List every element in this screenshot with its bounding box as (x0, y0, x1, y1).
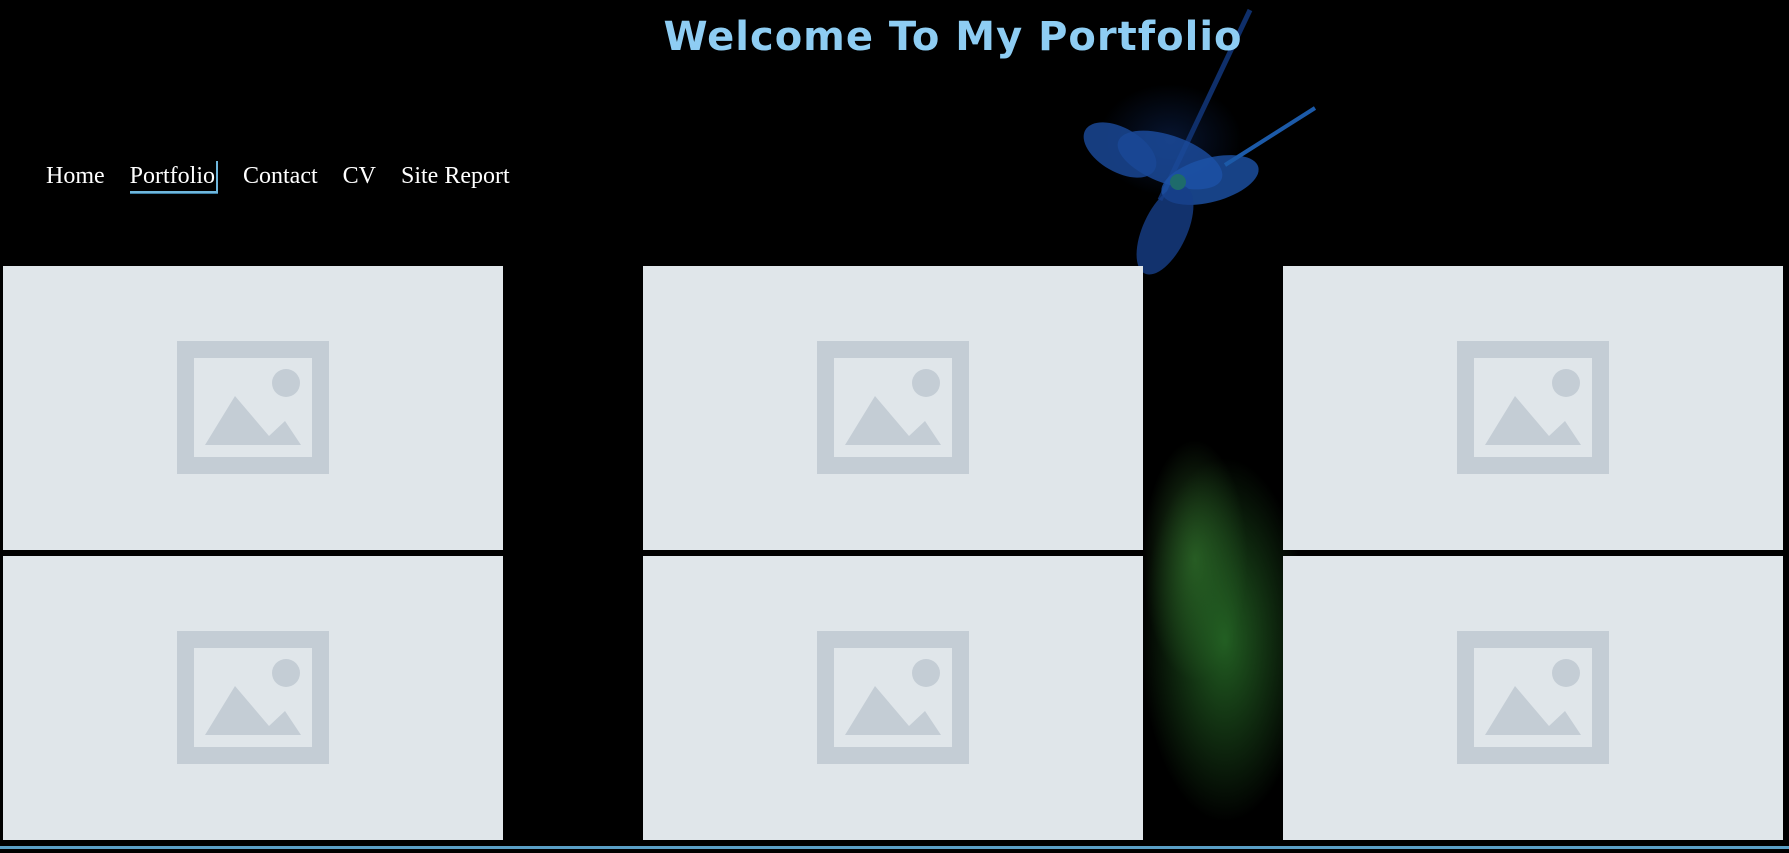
gallery-image[interactable] (643, 266, 1143, 550)
nav-link-cv[interactable]: CV (343, 161, 376, 193)
page-title: Welcome To My Portfolio (663, 14, 1243, 60)
image-placeholder-icon (1457, 341, 1609, 474)
page: Welcome To My Portfolio Home Portfolio C… (0, 0, 1789, 853)
gallery-image[interactable] (1283, 556, 1783, 840)
gallery-image[interactable] (3, 556, 503, 840)
nav-link-site-report[interactable]: Site Report (401, 161, 510, 193)
image-placeholder-icon (817, 341, 969, 474)
gallery-image[interactable] (1283, 266, 1783, 550)
portfolio-gallery (3, 266, 1783, 841)
nav-link-portfolio[interactable]: Portfolio (129, 161, 218, 193)
image-placeholder-icon (817, 631, 969, 764)
footer-divider (0, 846, 1789, 849)
image-placeholder-icon (1457, 631, 1609, 764)
nav-link-home[interactable]: Home (46, 161, 105, 193)
main-nav: Home Portfolio Contact CV Site Report (46, 161, 535, 193)
image-placeholder-icon (177, 341, 329, 474)
gallery-image[interactable] (643, 556, 1143, 840)
gallery-image[interactable] (3, 266, 503, 550)
nav-link-contact[interactable]: Contact (243, 161, 318, 193)
image-placeholder-icon (177, 631, 329, 764)
